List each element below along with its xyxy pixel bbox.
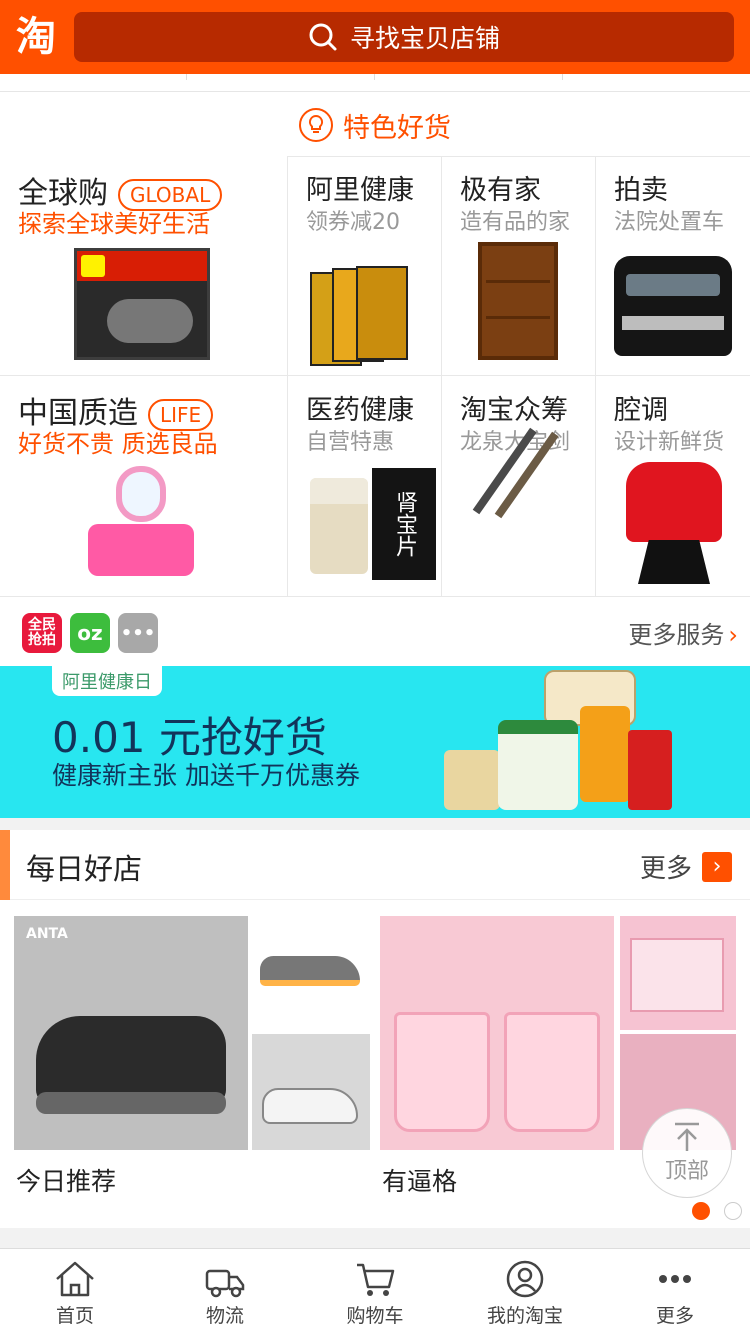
feature-jiyoujia[interactable]: 极有家 造有品的家 — [442, 156, 595, 375]
arrow-up-icon — [675, 1122, 699, 1151]
anta-logo: ANTA — [26, 926, 68, 942]
sweater-image — [626, 462, 722, 542]
shop-label-stylish[interactable]: 有逼格 — [382, 1162, 457, 1198]
divider — [595, 156, 596, 596]
health-products-image — [440, 670, 700, 816]
cart-icon — [357, 1263, 395, 1296]
nav-label: 购物车 — [346, 1305, 404, 1327]
home-icon — [56, 1261, 94, 1297]
pink-calendar-image[interactable] — [620, 916, 736, 1030]
feature-ali-health[interactable]: 阿里健康 领券减20 — [288, 156, 441, 375]
feature-title: 医药健康 — [306, 395, 414, 426]
bookshelf-image — [478, 242, 558, 360]
shops-header: 每日好店 更多 › — [0, 830, 750, 900]
suv-image — [614, 256, 732, 356]
nav-cart[interactable]: 购物车 — [300, 1249, 450, 1334]
nav-logistics[interactable]: 物流 — [150, 1249, 300, 1334]
feature-title: 拍卖 — [614, 175, 668, 206]
feature-title: 阿里健康 — [306, 175, 414, 206]
nav-label: 我的淘宝 — [486, 1305, 563, 1327]
face-mask-image — [310, 266, 408, 366]
shoe-thumb-image[interactable] — [252, 916, 370, 1030]
back-to-top-label: 顶部 — [664, 1159, 709, 1184]
nav-label: 首页 — [55, 1305, 94, 1327]
shops-more-label: 更多 — [639, 854, 692, 884]
nav-label: 物流 — [205, 1305, 244, 1327]
more-dots-icon — [659, 1275, 691, 1283]
pink-cups-image[interactable] — [380, 916, 614, 1150]
truck-icon — [205, 1269, 245, 1298]
nav-label: 更多 — [655, 1305, 694, 1327]
section-accent-bar — [0, 830, 10, 900]
feature-subtitle: 好货不贵 质选良品 — [18, 430, 218, 458]
banner-subline: 健康新主张 加送千万优惠券 — [52, 761, 360, 790]
medicine-image: 肾宝片 — [306, 468, 436, 584]
feature-subtitle: 领券减20 — [306, 210, 400, 235]
divider — [0, 375, 750, 376]
feature-global-shopping[interactable]: 全球购 GLOBAL 探索全球美好生活 — [0, 156, 287, 375]
bottom-nav: 首页 物流 购物车 我的淘宝 更多 — [0, 1248, 750, 1334]
feature-title: 淘宝众筹 — [460, 395, 568, 426]
divider — [441, 156, 442, 596]
search-placeholder: 寻找宝贝店铺 — [349, 24, 500, 53]
back-to-top-button[interactable]: 顶部 — [642, 1108, 732, 1198]
pager-dot-active[interactable] — [692, 1202, 710, 1220]
user-icon — [506, 1260, 544, 1298]
feature-subtitle: 造有品的家 — [460, 210, 571, 235]
feature-subtitle: 设计新鲜货 — [614, 430, 725, 455]
skirt-image — [638, 540, 710, 584]
shops-more-link[interactable]: 更多 › — [640, 848, 732, 885]
search-icon — [309, 23, 337, 51]
feature-medicine[interactable]: 医药健康 自营特惠 肾宝片 — [288, 376, 441, 596]
more-services-label: 更多服务 — [628, 621, 725, 649]
nav-more[interactable]: 更多 — [600, 1249, 750, 1334]
medicine-box-text: 肾宝片 — [372, 468, 436, 580]
divider — [287, 156, 288, 596]
lego-box-image — [74, 248, 210, 360]
top-header: 淘 寻找宝贝店铺 — [0, 0, 750, 74]
oz-icon[interactable]: oz — [70, 613, 110, 653]
feature-subtitle: 法院处置车 — [614, 210, 725, 235]
feature-title: 腔调 — [614, 395, 668, 426]
chevron-right-icon: › — [702, 851, 732, 882]
more-dots-icon[interactable]: ••• — [118, 613, 158, 653]
feature-qiangdiao[interactable]: 腔调 设计新鲜货 — [596, 376, 750, 596]
quanmin-qiangpai-icon[interactable]: 全民抢拍 — [22, 613, 62, 653]
feature-subtitle: 探索全球美好生活 — [18, 210, 210, 238]
featured-title: 特色好货 — [0, 102, 750, 148]
shop-label-today[interactable]: 今日推荐 — [16, 1162, 116, 1198]
feature-crowdfunding[interactable]: 淘宝众筹 龙泉大宝剑 — [442, 376, 595, 596]
toy-vanity-image — [78, 466, 208, 584]
featured-title-text: 特色好货 — [343, 112, 451, 144]
header-strip — [0, 74, 750, 92]
nav-my-taobao[interactable]: 我的淘宝 — [450, 1249, 600, 1334]
feature-auction[interactable]: 拍卖 法院处置车 — [596, 156, 750, 375]
shoe-main-image[interactable]: ANTA — [14, 916, 248, 1150]
pager-dot[interactable] — [724, 1202, 742, 1220]
daily-shops-section: 每日好店 更多 › ANTA 今日推荐 有逼格 — [0, 830, 750, 1228]
lightbulb-icon — [299, 108, 333, 142]
search-bar[interactable]: 寻找宝贝店铺 — [74, 12, 734, 62]
divider — [288, 156, 750, 157]
feature-china-quality[interactable]: 中国质造 LIFE 好货不贵 质选良品 — [0, 376, 287, 596]
featured-section: 特色好货 全球购 GLOBAL 探索全球美好生活 阿里健康 领券减20 极有家 造… — [0, 92, 750, 596]
services-row: 全民抢拍 oz ••• 更多服务 › — [0, 596, 750, 666]
feature-title: 极有家 — [460, 175, 541, 206]
banner-badge: 阿里健康日 — [52, 666, 162, 696]
shoe-thumb-image-2[interactable] — [252, 1034, 370, 1150]
chevron-right-icon: › — [728, 621, 738, 649]
taobao-logo[interactable]: 淘 — [8, 14, 64, 60]
more-services-link[interactable]: 更多服务 › — [628, 615, 738, 650]
nav-home[interactable]: 首页 — [0, 1249, 150, 1334]
health-day-banner[interactable]: 阿里健康日 0.01 元抢好货 健康新主张 加送千万优惠券 — [0, 666, 750, 818]
shops-title: 每日好店 — [26, 852, 143, 886]
feature-subtitle: 自营特惠 — [306, 430, 395, 455]
